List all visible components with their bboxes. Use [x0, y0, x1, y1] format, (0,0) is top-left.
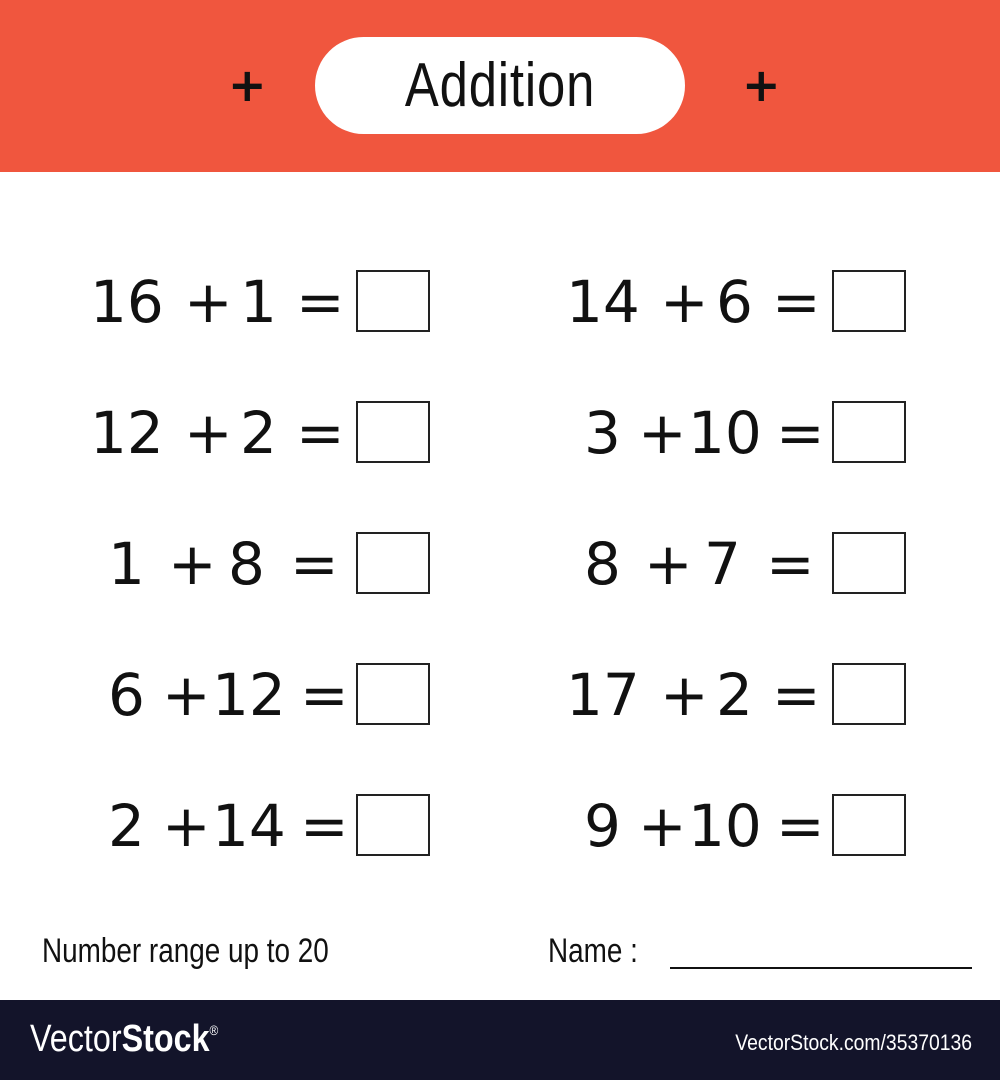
answer-box[interactable] [832, 401, 906, 463]
header-banner: + Addition + [0, 0, 1000, 172]
answer-box[interactable] [832, 532, 906, 594]
addend-a: 8 [584, 530, 621, 598]
worksheet-title: Addition [404, 51, 596, 120]
plus-sign: + [638, 792, 687, 860]
stock-id: VectorStock.com/35370136 [735, 1030, 972, 1055]
addend-b: 2 [716, 661, 753, 729]
addend-b: 7 [704, 530, 741, 598]
watermark-banner: VectorStock® VectorStock.com/35370136 [0, 1000, 1000, 1080]
plus-sign: + [638, 399, 687, 467]
title-pill: Addition [315, 37, 685, 134]
plus-sign: + [644, 530, 693, 598]
plus-icon: + [742, 58, 781, 112]
answer-box[interactable] [832, 794, 906, 856]
number-range-label: Number range up to 20 [42, 932, 329, 970]
addend-b: 10 [688, 792, 762, 860]
addend-a: 3 [584, 399, 621, 467]
addend-b: 10 [688, 399, 762, 467]
registered-mark: ® [209, 1022, 219, 1038]
brand-light: Vector [30, 1018, 122, 1060]
plus-sign: + [660, 661, 709, 729]
equals-sign: = [776, 792, 825, 860]
vectorstock-logo: VectorStock® [30, 1018, 218, 1061]
equals-sign: = [772, 268, 821, 336]
equals-sign: = [776, 399, 825, 467]
addend-a: 9 [584, 792, 621, 860]
equals-sign: = [766, 530, 815, 598]
brand-bold: Stock [121, 1018, 210, 1060]
name-label: Name : [548, 932, 638, 970]
answer-box[interactable] [832, 663, 906, 725]
name-input-line[interactable] [670, 967, 972, 969]
addend-a: 17 [566, 661, 640, 729]
answer-box[interactable] [832, 270, 906, 332]
equals-sign: = [772, 661, 821, 729]
plus-icon: + [228, 58, 267, 112]
addend-b: 6 [716, 268, 753, 336]
addend-a: 14 [566, 268, 640, 336]
plus-sign: + [660, 268, 709, 336]
